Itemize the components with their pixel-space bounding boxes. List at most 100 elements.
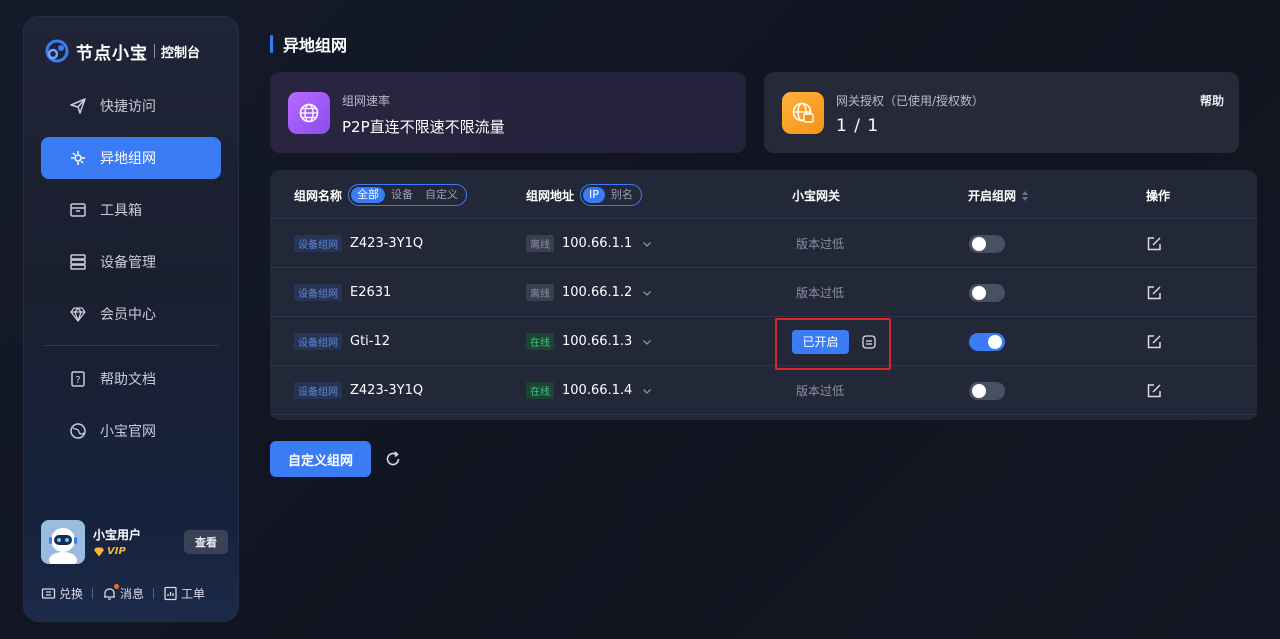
sidebar-item-toolbox[interactable]: 工具箱 xyxy=(41,189,221,231)
action-cell xyxy=(1145,317,1163,366)
app-name: 节点小宝 xyxy=(76,43,148,64)
sidebar-item-device-management[interactable]: 设备管理 xyxy=(41,241,221,283)
chevron-down-icon[interactable] xyxy=(642,337,652,347)
vip-diamond-icon xyxy=(94,547,104,556)
enable-network-toggle[interactable] xyxy=(969,381,1005,400)
chevron-down-icon[interactable] xyxy=(642,288,652,298)
logo[interactable]: 节点小宝 控制台 xyxy=(44,37,200,65)
table-row: 设备组网 Gti-12 在线 100.66.1.3 已开启 xyxy=(270,317,1257,366)
filter-all[interactable]: 全部 xyxy=(351,187,386,203)
toolbox-icon xyxy=(70,203,86,217)
avatar[interactable] xyxy=(41,520,85,564)
status-badge: 在线 xyxy=(526,333,554,350)
filter-custom[interactable]: 自定义 xyxy=(419,187,464,203)
app-logo-icon xyxy=(45,39,69,63)
sidebar-item-help-docs[interactable]: ? 帮助文档 xyxy=(41,358,221,400)
sidebar-item-label: 设备管理 xyxy=(100,255,156,271)
sidebar-item-label: 快捷访问 xyxy=(100,99,156,115)
name-cell: 设备组网 E2631 xyxy=(294,268,391,317)
refresh-icon[interactable] xyxy=(384,450,402,468)
col-header-enable[interactable]: 开启组网 xyxy=(968,187,1029,204)
filter-ip[interactable]: IP xyxy=(583,187,605,203)
enable-network-toggle[interactable] xyxy=(969,234,1005,253)
network-type-tag: 设备组网 xyxy=(294,284,342,301)
sidebar-item-label: 会员中心 xyxy=(100,307,156,323)
gateway-status: 版本过低 xyxy=(796,286,845,300)
sidebar-item-label: 异地组网 xyxy=(100,151,156,167)
device-name: E2631 xyxy=(350,285,392,300)
address-cell[interactable]: 在线 100.66.1.3 xyxy=(526,317,652,366)
exchange-link[interactable]: 兑换 xyxy=(41,585,83,602)
address-cell[interactable]: 在线 100.66.1.4 xyxy=(526,366,652,415)
filter-device[interactable]: 设备 xyxy=(385,187,419,203)
table-row: 设备组网 Z423-3Y1Q 离线 100.66.1.1 版本过低 xyxy=(270,219,1257,268)
gateway-status: 版本过低 xyxy=(796,384,845,398)
sidebar-item-remote-network[interactable]: 异地组网 xyxy=(41,137,221,179)
messages-link[interactable]: 消息 xyxy=(102,584,144,602)
chevron-down-icon[interactable] xyxy=(642,239,652,249)
network-type-tag: 设备组网 xyxy=(294,235,342,252)
col-header-gateway: 小宝网关 xyxy=(792,189,841,203)
enable-network-toggle[interactable] xyxy=(969,283,1005,302)
speed-value: P2P直连不限速不限流量 xyxy=(342,118,505,136)
edit-icon[interactable] xyxy=(1145,235,1163,253)
gateway-cell: 版本过低 xyxy=(796,366,844,415)
sidebar-nav: 快捷访问 异地组网 工具箱 设备管理 会员中心 ? 帮助文档 小宝官网 xyxy=(41,85,221,462)
logo-divider xyxy=(154,44,155,58)
address-cell[interactable]: 离线 100.66.1.2 xyxy=(526,268,652,317)
custom-network-button[interactable]: 自定义组网 xyxy=(270,441,371,477)
table-header: 组网名称 全部 设备 自定义 组网地址 IP 别名 小宝网关 开启组网 操作 xyxy=(270,170,1257,219)
sidebar-item-official-site[interactable]: 小宝官网 xyxy=(41,410,221,452)
table-row: 设备组网 Z423-3Y1Q 在线 100.66.1.4 版本过低 xyxy=(270,366,1257,415)
svg-text:?: ? xyxy=(75,375,80,386)
edit-icon[interactable] xyxy=(1145,382,1163,400)
address-cell[interactable]: 离线 100.66.1.1 xyxy=(526,219,652,268)
help-link[interactable]: 帮助 xyxy=(1200,92,1224,109)
gateway-status: 版本过低 xyxy=(796,237,845,251)
col-header-address-label: 组网地址 xyxy=(526,188,575,203)
device-name: Z423-3Y1Q xyxy=(350,236,424,251)
gateway-globe-icon xyxy=(782,92,824,134)
sort-icon[interactable] xyxy=(1022,190,1029,201)
sidebar-item-quick-access[interactable]: 快捷访问 xyxy=(41,85,221,127)
link-divider xyxy=(92,588,94,599)
edit-icon[interactable] xyxy=(1145,333,1163,351)
name-cell: 设备组网 Z423-3Y1Q xyxy=(294,366,423,415)
status-badge: 离线 xyxy=(526,284,554,301)
col-header-enable-label: 开启组网 xyxy=(968,189,1017,203)
vip-badge: VIP xyxy=(93,546,126,557)
status-badge: 离线 xyxy=(526,235,554,252)
device-name: Gti-12 xyxy=(350,334,391,349)
work-order-icon xyxy=(164,586,177,601)
send-icon xyxy=(70,98,86,114)
sidebar-item-label: 小宝官网 xyxy=(100,424,156,440)
gateway-license-label: 网关授权（已使用/授权数） xyxy=(836,94,985,108)
ip-address: 100.66.1.1 xyxy=(562,236,633,251)
tickets-link[interactable]: 工单 xyxy=(163,585,205,602)
diamond-icon xyxy=(70,307,86,322)
name-cell: 设备组网 Z423-3Y1Q xyxy=(294,219,423,268)
action-cell xyxy=(1145,268,1163,317)
ip-address: 100.66.1.4 xyxy=(562,383,633,398)
network-type-tag: 设备组网 xyxy=(294,333,342,350)
help-doc-icon: ? xyxy=(71,371,85,387)
enable-network-toggle[interactable] xyxy=(969,332,1005,351)
action-cell xyxy=(1145,366,1163,415)
network-icon xyxy=(71,151,85,165)
gateway-highlight-box xyxy=(775,318,891,370)
globe-icon xyxy=(70,423,86,439)
edit-icon[interactable] xyxy=(1145,284,1163,302)
exchange-label: 兑换 xyxy=(59,587,84,601)
vip-label: VIP xyxy=(107,546,126,557)
speed-label: 组网速率 xyxy=(342,94,391,108)
chevron-down-icon[interactable] xyxy=(642,386,652,396)
enable-cell xyxy=(969,219,1005,268)
sidebar-item-membership[interactable]: 会员中心 xyxy=(41,293,221,335)
filter-alias[interactable]: 别名 xyxy=(605,187,639,203)
ticket-icon xyxy=(41,588,56,599)
device-name: Z423-3Y1Q xyxy=(350,383,424,398)
page-title-text: 异地组网 xyxy=(283,36,348,55)
globe-badge-icon xyxy=(288,92,330,134)
ip-address: 100.66.1.3 xyxy=(562,334,633,349)
view-account-button[interactable]: 查看 xyxy=(184,530,228,554)
